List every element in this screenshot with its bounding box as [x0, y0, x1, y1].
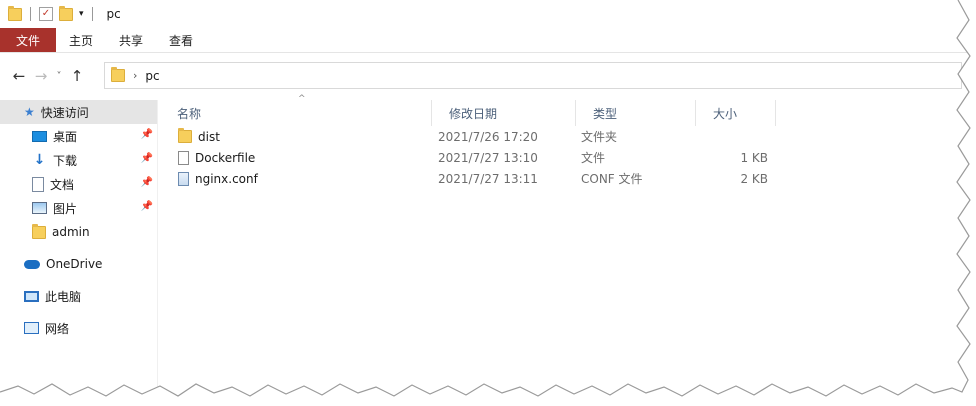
file-list: ^ 名称 修改日期 类型 大小 dist 2021/7/26 17:20 文件夹…	[160, 94, 968, 392]
sidebar-item-admin[interactable]: admin	[0, 220, 157, 244]
pin-icon: 📌	[140, 129, 153, 140]
back-button[interactable]: ←	[8, 67, 30, 85]
navigation-bar: ← → ˅ ↑ › pc	[0, 58, 968, 94]
sidebar-item-desktop[interactable]: 桌面 📌	[0, 124, 157, 148]
column-header-size[interactable]: 大小	[696, 100, 776, 126]
sidebar-item-label: admin	[52, 225, 90, 239]
folder-icon	[178, 128, 192, 143]
file-type: 文件夹	[581, 130, 618, 144]
properties-icon[interactable]: ✓	[39, 7, 53, 21]
pictures-icon	[32, 202, 47, 214]
explorer-window: ✓ ▾ pc 文件 主页 共享 查看 ← → ˅ ↑ › pc ★ 快速访问 桌…	[0, 0, 968, 392]
file-date: 2021/7/27 13:10	[438, 150, 538, 165]
sidebar-item-label: 桌面	[53, 129, 78, 144]
sidebar-item-label: 此电脑	[45, 289, 82, 304]
star-icon: ★	[24, 105, 35, 119]
documents-icon	[32, 176, 44, 192]
folder-icon	[111, 67, 125, 82]
separator	[30, 7, 31, 21]
column-header-name[interactable]: 名称	[160, 100, 432, 126]
file-name: dist	[198, 129, 220, 144]
file-row[interactable]: nginx.conf 2021/7/27 13:11 CONF 文件 2 KB	[160, 168, 968, 189]
file-name: Dockerfile	[195, 150, 256, 165]
download-icon: ↓	[33, 152, 46, 168]
quick-access-dropdown-icon[interactable]: ▾	[79, 9, 84, 19]
title-bar: ✓ ▾ pc	[0, 0, 968, 28]
pin-icon: 📌	[140, 177, 153, 188]
file-date: 2021/7/27 13:11	[438, 171, 538, 186]
file-name: nginx.conf	[195, 171, 258, 186]
pin-icon: 📌	[140, 153, 153, 164]
navigation-pane: ★ 快速访问 桌面 📌 ↓ 下载 📌 文档 📌 图片 📌 admin OneDr…	[0, 100, 158, 392]
file-size	[700, 126, 768, 147]
folder-icon	[32, 223, 46, 239]
sidebar-item-label: 文档	[50, 177, 75, 192]
column-header-type[interactable]: 类型	[576, 100, 696, 126]
sidebar-item-label: OneDrive	[46, 257, 103, 271]
computer-icon	[24, 290, 39, 302]
chevron-right-icon[interactable]: ›	[133, 69, 137, 82]
sidebar-item-onedrive[interactable]: OneDrive	[0, 252, 157, 276]
separator	[91, 7, 93, 21]
sidebar-item-network[interactable]: 网络	[0, 316, 157, 340]
sidebar-item-downloads[interactable]: ↓ 下载 📌	[0, 148, 157, 172]
new-folder-icon[interactable]	[59, 5, 73, 21]
tab-view[interactable]: 查看	[156, 28, 206, 52]
sidebar-item-label: 下载	[53, 153, 78, 168]
folder-icon[interactable]	[8, 5, 22, 21]
file-row[interactable]: Dockerfile 2021/7/27 13:10 文件 1 KB	[160, 147, 968, 168]
sidebar-item-label: 网络	[45, 321, 70, 336]
sidebar-item-pictures[interactable]: 图片 📌	[0, 196, 157, 220]
up-button[interactable]: ↑	[66, 67, 88, 85]
sidebar-item-this-pc[interactable]: 此电脑	[0, 284, 157, 308]
file-icon	[178, 150, 189, 165]
file-size: 2 KB	[740, 171, 768, 186]
forward-button[interactable]: →	[30, 67, 52, 85]
recent-locations-icon[interactable]: ˅	[52, 71, 66, 82]
address-bar[interactable]: › pc	[104, 62, 962, 89]
breadcrumb-pc[interactable]: pc	[145, 69, 159, 83]
column-header-date[interactable]: 修改日期	[432, 100, 576, 126]
sidebar-item-label: 图片	[53, 201, 78, 216]
file-date: 2021/7/26 17:20	[438, 129, 538, 144]
window-title: pc	[106, 7, 121, 21]
file-size: 1 KB	[740, 150, 768, 165]
pin-icon: 📌	[140, 201, 153, 212]
file-type: 文件	[581, 151, 606, 165]
column-headers: ^ 名称 修改日期 类型 大小	[160, 94, 968, 126]
tab-home[interactable]: 主页	[56, 28, 106, 52]
cloud-icon	[24, 259, 40, 269]
sidebar-item-documents[interactable]: 文档 📌	[0, 172, 157, 196]
sidebar-item-label: 快速访问	[40, 105, 89, 120]
file-row[interactable]: dist 2021/7/26 17:20 文件夹	[160, 126, 968, 147]
ribbon-tabs: 文件 主页 共享 查看	[0, 28, 968, 53]
desktop-icon	[32, 130, 47, 142]
conf-file-icon	[178, 171, 189, 186]
tab-file[interactable]: 文件	[0, 28, 56, 52]
tab-share[interactable]: 共享	[106, 28, 156, 52]
network-icon	[24, 322, 39, 334]
file-type: CONF 文件	[581, 172, 643, 186]
sidebar-item-quick-access[interactable]: ★ 快速访问	[0, 100, 157, 124]
